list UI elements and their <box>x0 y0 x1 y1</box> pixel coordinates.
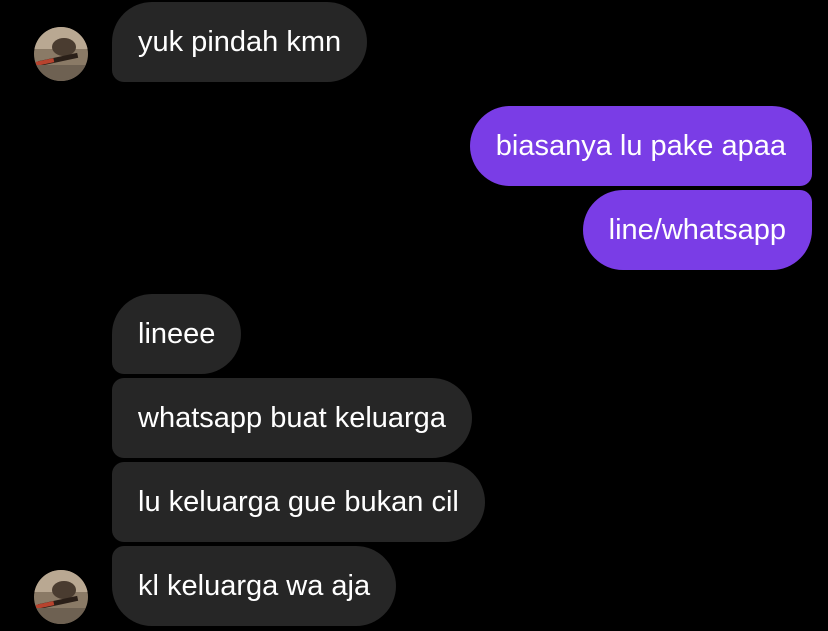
message-bubble-outgoing[interactable]: biasanya lu pake apaa <box>469 106 812 186</box>
message-bubble-incoming[interactable]: whatsapp buat keluarga <box>112 378 472 458</box>
contact-avatar[interactable] <box>34 27 88 81</box>
avatar-photo-icon <box>34 570 88 624</box>
message-bubble-outgoing[interactable]: line/whatsapp <box>582 190 812 270</box>
message-bubble-incoming[interactable]: yuk pindah kmn <box>112 2 368 82</box>
message-bubble-incoming[interactable]: kl keluarga wa aja <box>112 546 397 626</box>
message-bubble-incoming[interactable]: lineee <box>112 294 242 374</box>
chat-thread: yuk pindah kmn biasanya lu pake apaa lin… <box>0 0 828 631</box>
message-bubble-incoming[interactable]: lu keluarga gue bukan cil <box>112 462 485 542</box>
contact-avatar[interactable] <box>34 570 88 624</box>
avatar-photo-icon <box>34 27 88 81</box>
